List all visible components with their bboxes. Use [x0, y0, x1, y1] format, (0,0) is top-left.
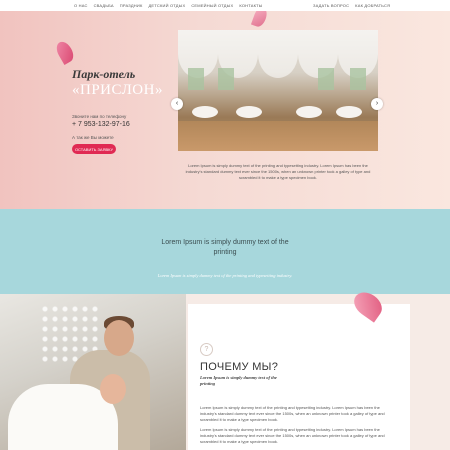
- why-us-paragraph: Lorem Ipsum is simply dummy text of the …: [200, 427, 385, 444]
- secondary-menu: Задать вопрос Как добраться: [313, 3, 390, 8]
- slider-next-button[interactable]: ›: [371, 98, 383, 110]
- question-icon: ?: [200, 343, 213, 356]
- slider-prev-button[interactable]: ‹: [171, 98, 183, 110]
- nav-link-wedding[interactable]: Свадьба: [94, 3, 114, 8]
- call-label: Звоните нам по телефону: [72, 114, 127, 119]
- petal-decoration: [250, 11, 270, 29]
- wedding-couple-photo: [0, 294, 186, 450]
- nav-link-directions[interactable]: Как добраться: [355, 3, 390, 8]
- nav-link-family[interactable]: Семейный отдых: [191, 3, 233, 8]
- nav-link-ask-question[interactable]: Задать вопрос: [313, 3, 349, 8]
- main-menu: О нас Свадьба Праздник Детский отдых Сем…: [74, 3, 263, 8]
- leave-request-button[interactable]: Оставить заявку: [72, 144, 116, 154]
- nav-link-kids[interactable]: Детский отдых: [148, 3, 185, 8]
- hero-caption: Lorem Ipsum is simply dummy text of the …: [185, 163, 371, 180]
- nav-link-about[interactable]: О нас: [74, 3, 88, 8]
- band-subtitle: Lorem Ipsum is simply dummy text of the …: [157, 273, 293, 278]
- phone-number[interactable]: + 7 953-132-97-16: [72, 121, 130, 128]
- hero-script-title: Парк-отель: [72, 67, 136, 81]
- petal-decoration: [53, 38, 77, 66]
- hero-brand-name: «ПРИСЛОН»: [72, 82, 163, 98]
- top-navigation: О нас Свадьба Праздник Детский отдых Сем…: [0, 0, 450, 11]
- why-us-title: ПОЧЕМУ МЫ?: [200, 361, 279, 373]
- nav-link-holiday[interactable]: Праздник: [120, 3, 143, 8]
- why-us-subtitle: Lorem Ipsum is simply dummy text of the …: [200, 375, 277, 386]
- also-label: А так же Вы можете: [72, 135, 114, 140]
- hall-photo: [178, 30, 378, 151]
- nav-link-contacts[interactable]: Контакты: [239, 3, 262, 8]
- band-title: Lorem Ipsum is simply dummy text of the …: [161, 239, 289, 256]
- why-us-paragraph: Lorem Ipsum is simply dummy text of the …: [200, 405, 385, 422]
